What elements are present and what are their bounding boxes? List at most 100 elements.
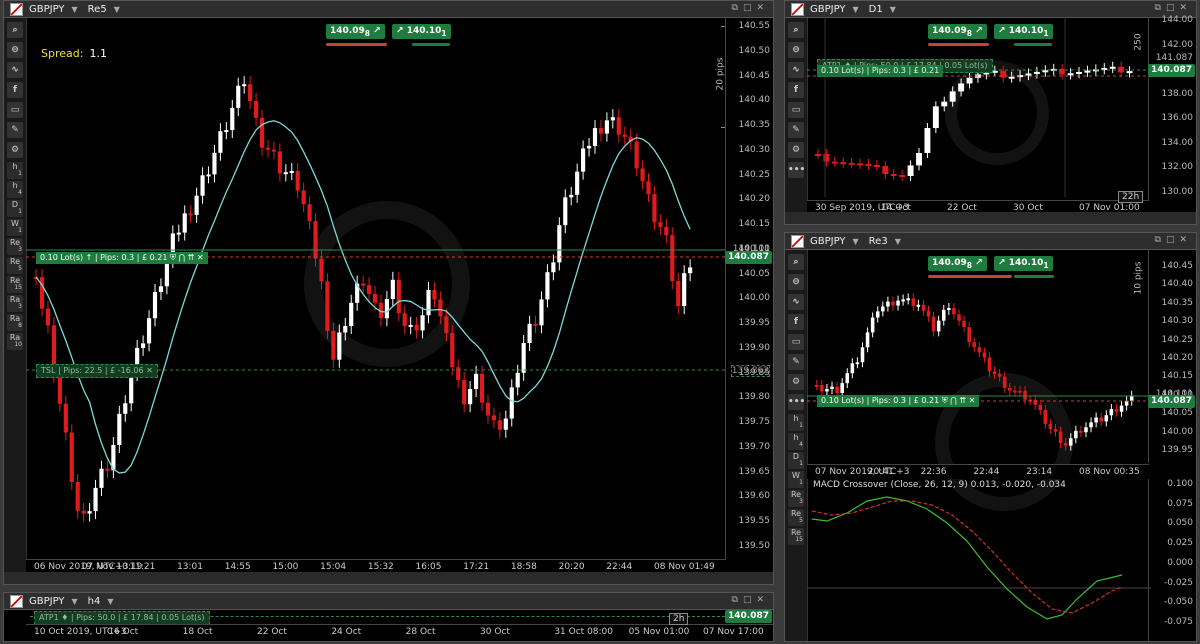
timeframe-button-w1[interactable]: W1 — [7, 219, 23, 236]
chevron-down-icon[interactable]: ▼ — [890, 5, 896, 14]
position-action-icons[interactable]: ⛨ ⋂ ⇈ ✕ — [170, 253, 204, 262]
draw-icon[interactable]: ✎ — [788, 122, 804, 138]
candle — [581, 140, 586, 180]
timeframe-selector[interactable]: D1 — [869, 4, 883, 15]
more-icon[interactable]: ••• — [788, 394, 805, 410]
chevron-down-icon[interactable]: ▼ — [853, 237, 859, 246]
indicator-icon[interactable]: ∿ — [788, 294, 804, 310]
timeframe-button-re5[interactable]: Re 5 — [7, 257, 23, 274]
timeframe-button-h1[interactable]: h1 — [788, 414, 804, 431]
timeframe-button-re3[interactable]: Re 3 — [788, 490, 804, 507]
symbol-selector[interactable]: GBPJPY — [29, 596, 65, 607]
symbol-selector[interactable]: GBPJPY — [810, 4, 846, 15]
timeframe-button-ra10[interactable]: Ra 10 — [7, 333, 23, 350]
candle — [521, 335, 526, 381]
atp-line-label[interactable]: ATP1 ♦ | Pips: 50.0 | £ 17.84 | 0.05 Lot… — [34, 611, 210, 625]
timeframe-button-h1[interactable]: h1 — [7, 162, 23, 179]
timeframe-button-d1[interactable]: D1 — [7, 200, 23, 217]
zoom-out-icon[interactable]: ⊖ — [7, 42, 23, 58]
timeframe-button-ra8[interactable]: Ra 8 — [7, 314, 23, 331]
sell-button[interactable]: 140.098 ↗ — [928, 24, 987, 39]
candle — [289, 163, 294, 181]
window-controls[interactable]: ⧉□✕ — [732, 3, 769, 13]
candle — [870, 312, 875, 338]
timeframe-button-ra3[interactable]: Ra 3 — [7, 295, 23, 312]
candle — [539, 291, 544, 334]
price-axis[interactable]: 140.55 140.50 140.45 140.40 140.35 140.30 140.… — [725, 17, 773, 584]
candlestick-chart[interactable] — [26, 17, 726, 569]
time-axis[interactable]: 07 Nov 2019, UTC+3 20:41 22:36 22:44 23:14 08… — [807, 464, 1149, 479]
sell-button[interactable]: 140.098 ↗ — [326, 24, 385, 39]
chevron-down-icon[interactable]: ▼ — [107, 597, 113, 606]
indicator-icon[interactable]: ∿ — [7, 62, 23, 78]
settings-icon[interactable]: ⚙ — [788, 374, 804, 390]
window-controls[interactable]: ⧉□✕ — [732, 595, 769, 605]
draw-icon[interactable]: ✎ — [788, 354, 804, 370]
position-action-icons[interactable]: ⛨ ⋂ ⇈ ✕ — [942, 396, 976, 405]
chevron-down-icon[interactable]: ▼ — [853, 5, 859, 14]
sell-button[interactable]: 140.098 ↗ — [928, 256, 987, 271]
settings-icon[interactable]: ⚙ — [7, 142, 23, 158]
timeframe-button-re15[interactable]: Re 15 — [7, 276, 23, 293]
timeframe-selector[interactable]: Re5 — [88, 4, 107, 15]
candle — [865, 159, 872, 170]
macd-indicator-chart[interactable] — [807, 479, 1151, 641]
buy-button[interactable]: ↗ 140.101 — [994, 256, 1053, 271]
timeframe-selector[interactable]: h4 — [88, 596, 101, 607]
chevron-down-icon[interactable]: ▼ — [72, 5, 78, 14]
macd-axis[interactable]: 0.100 0.075 0.050 0.025 0.000 -0.025 -0.050 -0.… — [1148, 479, 1196, 641]
candle — [962, 315, 966, 333]
facebook-icon[interactable]: f — [788, 314, 804, 330]
position-line-label[interactable]: 0.10 Lot(s) | Pips: 0.3 | £ 0.21 ⛨ ⋂ ⇈ ✕ — [817, 395, 980, 407]
timeframe-button-d1[interactable]: D1 — [788, 452, 804, 469]
timeframe-selector[interactable]: Re3 — [869, 236, 888, 247]
horizontal-scrollbar[interactable] — [4, 572, 773, 584]
timeframe-button-w1[interactable]: W1 — [788, 471, 804, 488]
zoom-out-icon[interactable]: ⊖ — [788, 42, 804, 58]
position-line-label[interactable]: 0.10 Lot(s) ↑ | Pips: 0.3 | £ 0.21 ⛨ ⋂ ⇈… — [36, 252, 208, 264]
candle — [622, 126, 627, 145]
candle — [218, 123, 223, 161]
window-controls[interactable]: ⧉□✕ — [1155, 235, 1192, 245]
tsl-line-label[interactable]: TSL | Pips: 22.5 | £ -16.06 ✕ — [36, 364, 158, 378]
time-axis[interactable]: 10 Oct 2019, UTC+3 16 Oct 18 Oct 22 Oct 24 O… — [26, 624, 773, 639]
price-axis[interactable]: 140.45 140.40 140.35 140.30 140.25 140.20 140.… — [1148, 249, 1196, 463]
search-icon[interactable]: ⌕ — [788, 22, 804, 38]
facebook-icon[interactable]: f — [788, 82, 804, 98]
chevron-down-icon[interactable]: ▼ — [72, 597, 78, 606]
window-controls[interactable]: ⧉□✕ — [1155, 3, 1192, 13]
chart-type-icon[interactable]: ▭ — [788, 102, 804, 118]
timeframe-button-re15[interactable]: Re 15 — [788, 528, 804, 545]
chart-type-icon[interactable]: ▭ — [7, 102, 23, 118]
draw-icon[interactable]: ✎ — [7, 122, 23, 138]
candlestick-chart[interactable] — [807, 249, 1151, 463]
candle — [426, 282, 431, 324]
price-axis[interactable]: 144.00142.00140.00138.00136.00134.00132.… — [1148, 15, 1196, 212]
chevron-down-icon[interactable]: ▼ — [114, 5, 120, 14]
buy-button[interactable]: ↗ 140.101 — [994, 24, 1053, 39]
settings-icon[interactable]: ⚙ — [788, 142, 804, 158]
indicator-icon[interactable]: ∿ — [788, 62, 804, 78]
chevron-down-icon[interactable]: ▼ — [895, 237, 901, 246]
search-icon[interactable]: ⌕ — [788, 254, 804, 270]
price-tick-label: 140.40 — [738, 95, 771, 106]
horizontal-scrollbar[interactable] — [785, 212, 1196, 224]
candle — [891, 296, 895, 311]
timeframe-button-h4[interactable]: h4 — [788, 433, 804, 450]
facebook-icon[interactable]: f — [7, 82, 23, 98]
timeframe-button-re3[interactable]: Re 3 — [7, 238, 23, 255]
close-icon[interactable]: ✕ — [146, 366, 153, 375]
timeframe-button-h4[interactable]: h4 — [7, 181, 23, 198]
buy-button[interactable]: ↗ 140.101 — [392, 24, 451, 39]
buy-volume-bar — [1014, 275, 1054, 278]
symbol-selector[interactable]: GBPJPY — [29, 4, 65, 15]
timeframe-button-re5[interactable]: Re 5 — [788, 509, 804, 526]
chart-type-icon[interactable]: ▭ — [788, 334, 804, 350]
more-icon[interactable]: ••• — [788, 162, 805, 178]
position-line-label[interactable]: 0.10 Lot(s) | Pips: 0.3 | £ 0.21 — [817, 65, 944, 77]
chart-toolbar: ⌕ ⊖ ∿ f ▭ ✎ ⚙ ••• h 1 h 4 D 1 W 1 Re 3 Re 5 Re 15 — [785, 250, 808, 641]
search-icon[interactable]: ⌕ — [7, 22, 23, 38]
symbol-selector[interactable]: GBPJPY — [810, 236, 846, 247]
candle — [569, 186, 574, 206]
zoom-out-icon[interactable]: ⊖ — [788, 274, 804, 290]
